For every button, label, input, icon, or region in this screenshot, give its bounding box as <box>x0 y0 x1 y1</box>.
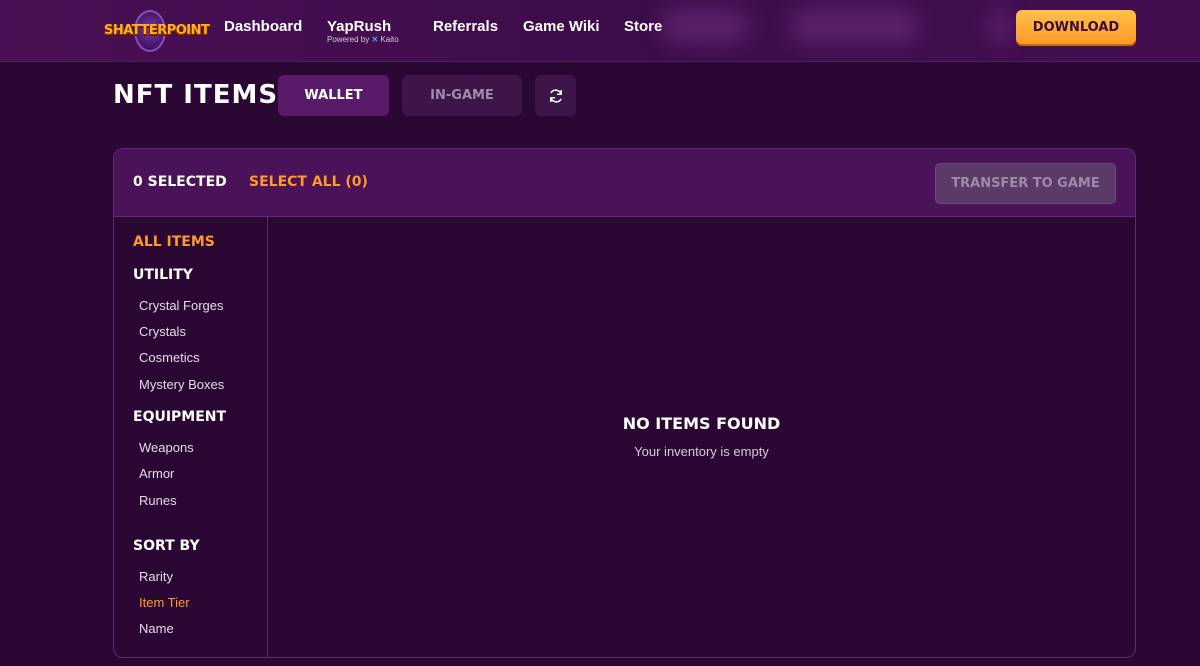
powered-by-text: Powered by <box>327 35 370 44</box>
category-sidebar: ALL ITEMS UTILITY Crystal Forges Crystal… <box>114 217 268 657</box>
empty-state-subtitle: Your inventory is empty <box>634 444 769 459</box>
sidebar-item-crystals[interactable]: Crystals <box>139 324 186 339</box>
kaito-brand-text: Kaito <box>380 35 399 44</box>
sidebar-heading-utility[interactable]: UTILITY <box>133 267 193 283</box>
sidebar-heading-sort-by: SORT BY <box>133 538 200 554</box>
page-title: NFT ITEMS <box>113 80 279 110</box>
logo-text: SHATTERPOINT <box>104 23 210 38</box>
nav-link-dashboard[interactable]: Dashboard <box>224 18 302 35</box>
shatterpoint-logo[interactable]: SHATTERPOINT <box>104 8 210 54</box>
tab-in-game[interactable]: IN-GAME <box>402 75 522 116</box>
transfer-to-game-button[interactable]: TRANSFER TO GAME <box>935 163 1116 204</box>
sidebar-item-cosmetics[interactable]: Cosmetics <box>139 350 200 365</box>
selection-toolbar: 0 SELECTED SELECT ALL (0) TRANSFER TO GA… <box>114 149 1135 217</box>
sidebar-item-all-items[interactable]: ALL ITEMS <box>133 234 215 250</box>
top-navbar: SHATTERPOINT Dashboard YapRush Powered b… <box>0 0 1200 62</box>
sidebar-item-crystal-forges[interactable]: Crystal Forges <box>139 298 224 313</box>
sidebar-item-runes[interactable]: Runes <box>139 493 177 508</box>
yaprush-powered-by: Powered by ✕ Kaito <box>327 35 399 44</box>
nav-link-store[interactable]: Store <box>624 18 662 35</box>
sort-option-item-tier[interactable]: Item Tier <box>139 595 190 610</box>
select-all-button[interactable]: SELECT ALL (0) <box>249 174 368 190</box>
empty-state-title: NO ITEMS FOUND <box>622 414 781 433</box>
download-button[interactable]: DOWNLOAD <box>1016 10 1136 44</box>
sort-option-rarity[interactable]: Rarity <box>139 569 173 584</box>
tab-wallet[interactable]: WALLET <box>278 75 389 116</box>
sidebar-item-armor[interactable]: Armor <box>139 466 174 481</box>
selected-count: 0 SELECTED <box>133 174 227 190</box>
nav-blur-decoration <box>790 8 920 44</box>
sidebar-item-weapons[interactable]: Weapons <box>139 440 194 455</box>
refresh-icon <box>549 88 562 103</box>
nav-blur-decoration <box>660 8 750 44</box>
nav-link-yaprush[interactable]: YapRush <box>327 18 391 35</box>
nav-link-referrals[interactable]: Referrals <box>433 18 498 35</box>
sort-option-name[interactable]: Name <box>139 621 174 636</box>
sidebar-heading-equipment[interactable]: EQUIPMENT <box>133 409 226 425</box>
nav-blur-decoration <box>990 8 1010 44</box>
items-grid-area: NO ITEMS FOUND Your inventory is empty <box>268 217 1135 657</box>
kaito-logo-icon: ✕ <box>371 35 379 44</box>
nav-link-game-wiki[interactable]: Game Wiki <box>523 18 600 35</box>
sidebar-item-mystery-boxes[interactable]: Mystery Boxes <box>139 377 224 392</box>
inventory-panel: 0 SELECTED SELECT ALL (0) TRANSFER TO GA… <box>113 148 1136 658</box>
refresh-button[interactable] <box>535 75 576 116</box>
